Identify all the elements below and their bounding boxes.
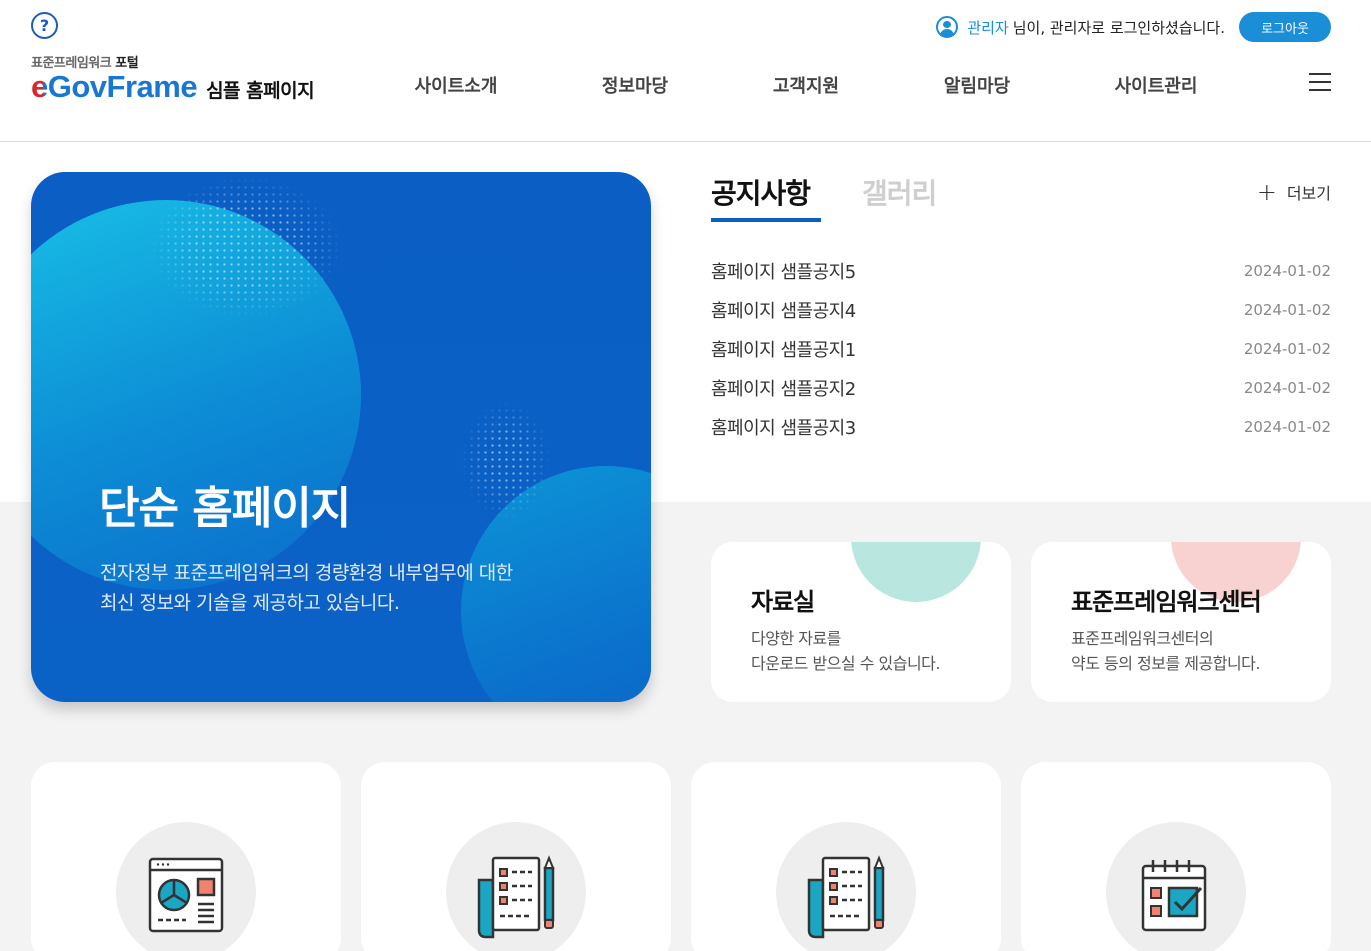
quick-card-description-line: 다운로드 받으실 수 있습니다. — [751, 654, 940, 673]
dashboard-chart-icon — [148, 857, 224, 933]
logout-button[interactable]: 로그아웃 — [1239, 12, 1331, 42]
list-item[interactable]: 홈페이지 샘플공지2 2024-01-02 — [711, 375, 1331, 414]
notice-title[interactable]: 홈페이지 샘플공지3 — [711, 414, 856, 440]
notice-date: 2024-01-02 — [1243, 340, 1331, 358]
hero-title: 단순 홈페이지 — [99, 483, 351, 534]
hero-banner: 단순 홈페이지 전자정부 표준프레임워크의 경량환경 내부업무에 대한 최신 정… — [31, 172, 651, 702]
nav-item-site-intro[interactable]: 사이트소개 — [415, 72, 498, 98]
quick-card-title: 표준프레임워크센터 — [1071, 588, 1262, 616]
quick-card-title: 자료실 — [751, 588, 815, 616]
service-card[interactable] — [361, 762, 671, 951]
quick-card-archive[interactable]: 자료실 다양한 자료를 다운로드 받으실 수 있습니다. — [711, 542, 1011, 702]
user-status: 관리자 님이, 관리자로 로그인하셨습니다. 로그아웃 — [936, 12, 1331, 42]
calendar-check-icon — [1141, 860, 1207, 932]
notice-title[interactable]: 홈페이지 샘플공지2 — [711, 375, 856, 401]
hero-dot-pattern — [151, 177, 341, 317]
quick-card-description-line: 다양한 자료를 — [751, 629, 841, 648]
notice-date: 2024-01-02 — [1243, 262, 1331, 280]
notice-title[interactable]: 홈페이지 샘플공지1 — [711, 336, 856, 362]
nav-item-info[interactable]: 정보마당 — [602, 72, 668, 98]
list-item[interactable]: 홈페이지 샘플공지4 2024-01-02 — [711, 297, 1331, 336]
notice-title[interactable]: 홈페이지 샘플공지4 — [711, 297, 856, 323]
service-card[interactable] — [31, 762, 341, 951]
quick-card-framework-center[interactable]: 표준프레임워크센터 표준프레임워크센터의 약도 등의 정보를 제공합니다. — [1031, 542, 1331, 702]
tab-gallery[interactable]: 갤러리 — [862, 172, 937, 212]
notice-date: 2024-01-02 — [1243, 379, 1331, 397]
plus-icon: + — [1256, 178, 1277, 206]
hero-description: 전자정부 표준프레임워크의 경량환경 내부업무에 대한 최신 정보와 기술을 제… — [100, 558, 513, 618]
notice-title[interactable]: 홈페이지 샘플공지5 — [711, 258, 856, 284]
login-message: 님이, 관리자로 로그인하셨습니다. — [1012, 18, 1225, 37]
main-navigation: 사이트소개 정보마당 고객지원 알림마당 사이트관리 — [0, 72, 1371, 100]
nav-item-support[interactable]: 고객지원 — [773, 72, 839, 98]
hamburger-menu-icon[interactable] — [1309, 73, 1331, 91]
notice-date: 2024-01-02 — [1243, 301, 1331, 319]
site-header: ? 표준프레임워크 포털 eGovFrame 심플 홈페이지 관리자 님이, 관… — [0, 0, 1371, 142]
card-decoration-circle — [851, 542, 981, 602]
list-item[interactable]: 홈페이지 샘플공지1 2024-01-02 — [711, 336, 1331, 375]
tab-notice[interactable]: 공지사항 — [711, 172, 822, 222]
user-name[interactable]: 관리자 — [967, 17, 1008, 38]
user-icon — [936, 16, 959, 38]
checklist-pencil-icon — [477, 855, 555, 939]
notice-list: 홈페이지 샘플공지5 2024-01-02 홈페이지 샘플공지4 2024-01… — [711, 258, 1331, 453]
help-icon[interactable]: ? — [31, 12, 58, 39]
notice-board: 공지사항 갤러리 + 더보기 홈페이지 샘플공지5 2024-01-02 홈페이… — [711, 172, 1331, 462]
quick-card-description-line: 약도 등의 정보를 제공합니다. — [1071, 654, 1260, 673]
notice-date: 2024-01-02 — [1243, 418, 1331, 436]
list-item[interactable]: 홈페이지 샘플공지5 2024-01-02 — [711, 258, 1331, 297]
quick-card-description-line: 표준프레임워크센터의 — [1071, 629, 1214, 648]
hero-description-line: 전자정부 표준프레임워크의 경량환경 내부업무에 대한 — [100, 562, 513, 584]
checklist-pencil-icon — [807, 855, 885, 939]
more-link[interactable]: + 더보기 — [1257, 180, 1331, 204]
service-card[interactable] — [691, 762, 1001, 951]
nav-item-site-admin[interactable]: 사이트관리 — [1115, 72, 1198, 98]
hero-description-line: 최신 정보와 기술을 제공하고 있습니다. — [100, 592, 400, 614]
nav-item-notice[interactable]: 알림마당 — [944, 72, 1010, 98]
service-card[interactable] — [1021, 762, 1331, 951]
list-item[interactable]: 홈페이지 샘플공지3 2024-01-02 — [711, 414, 1331, 453]
quick-card-description: 다양한 자료를 다운로드 받으실 수 있습니다. — [751, 626, 940, 676]
more-label: 더보기 — [1286, 184, 1331, 203]
hero-dot-pattern — [461, 400, 551, 520]
quick-card-description: 표준프레임워크센터의 약도 등의 정보를 제공합니다. — [1071, 626, 1260, 676]
